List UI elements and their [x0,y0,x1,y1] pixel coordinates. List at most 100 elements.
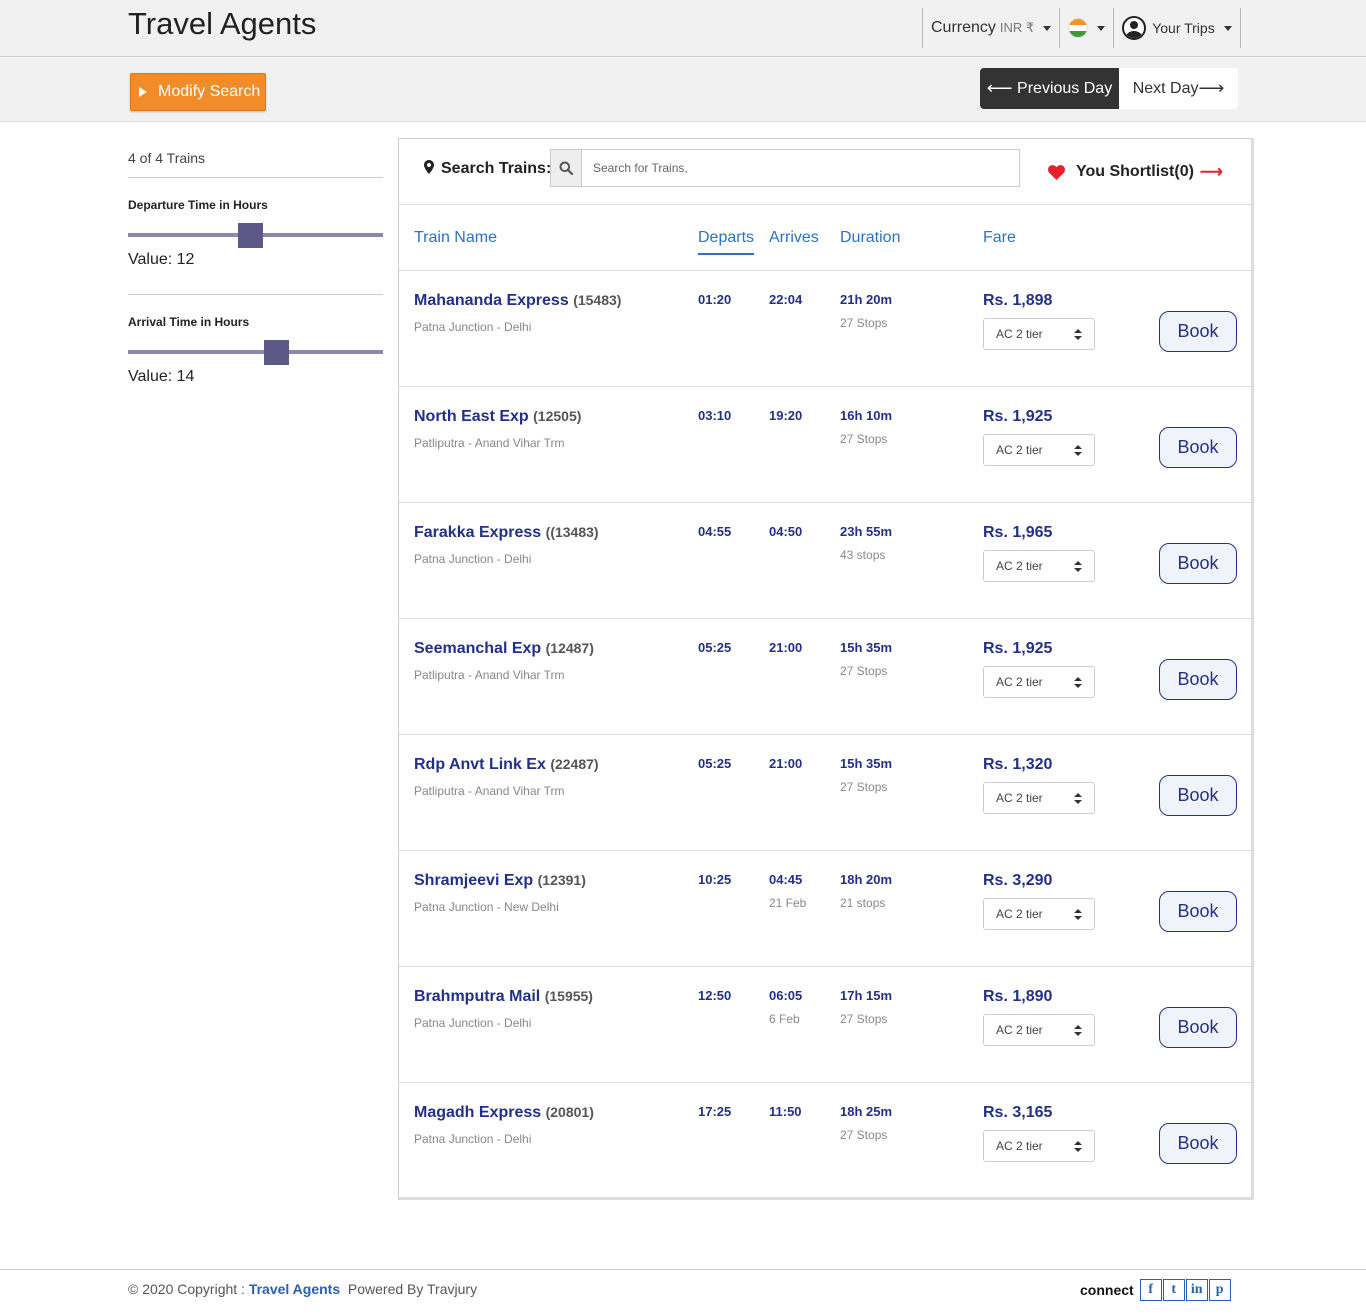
class-select-value: AC 2 tier [996,675,1043,689]
class-select[interactable]: AC 2 tier [983,782,1095,814]
col-train-name[interactable]: Train Name [414,229,497,247]
search-row: Search Trains: You Shortlist(0) ⟶ [399,139,1251,205]
class-select[interactable]: AC 2 tier [983,434,1095,466]
book-button[interactable]: Book [1159,543,1237,584]
train-name-text: Farakka Express [414,524,542,541]
class-select-value: AC 2 tier [996,327,1043,341]
facebook-icon[interactable]: f [1139,1279,1162,1301]
train-row: Shramjeevi Exp (12391) Patna Junction - … [399,851,1251,967]
footer-brand-link[interactable]: Travel Agents [249,1281,340,1297]
duration: 15h 35m [840,640,893,655]
train-row: Rdp Anvt Link Ex (22487) Patliputra - An… [399,735,1251,851]
twitter-icon[interactable]: t [1162,1279,1185,1301]
train-name-text: Mahananda Express [414,292,569,309]
stops: 27 Stops [840,780,888,794]
book-button[interactable]: Book [1159,659,1237,700]
class-select[interactable]: AC 2 tier [983,1130,1095,1162]
book-button[interactable]: Book [1159,1007,1237,1048]
train-name[interactable]: Seemanchal Exp (12487) [414,640,594,658]
duration: 23h 55m [840,524,893,539]
arrive-time: 11:50 [769,1104,802,1119]
arrive-time: 04:50 [769,524,803,539]
class-select[interactable]: AC 2 tier [983,550,1095,582]
slider-value: Value: 12 [128,251,195,268]
duration: 16h 10m [840,408,893,423]
train-name[interactable]: Magadh Express (20801) [414,1104,594,1122]
train-name-text: Seemanchal Exp [414,640,542,657]
departure-slider[interactable] [128,223,383,249]
train-name-text: Shramjeevi Exp [414,872,534,889]
train-route: Patliputra - Anand Vihar Trm [414,784,565,798]
select-arrows-icon [1074,561,1082,572]
footer: © 2020 Copyright : Travel Agents Powered… [0,1269,1366,1315]
train-name[interactable]: Rdp Anvt Link Ex (22487) [414,756,599,774]
book-button[interactable]: Book [1159,427,1237,468]
copyright-text: © 2020 Copyright : [128,1281,245,1297]
train-name[interactable]: Shramjeevi Exp (12391) [414,872,586,890]
train-row: Brahmputra Mail (15955) Patna Junction -… [399,967,1251,1083]
arrive-time: 21:00 [769,756,803,771]
modify-search-button[interactable]: Modify Search [130,73,266,111]
previous-day-button[interactable]: ⟵ Previous Day [980,68,1119,109]
train-name-text: Brahmputra Mail [414,988,541,1005]
search-label: Search Trains: [441,160,552,177]
fare: Rs. 1,898 [983,292,1053,309]
search-box [550,149,1020,187]
duration: 15h 35m [840,756,893,771]
powered-by: Powered By Travjury [347,1281,478,1297]
train-name[interactable]: Mahananda Express (15483) [414,292,621,310]
slider-thumb[interactable] [238,223,263,248]
train-name[interactable]: North East Exp (12505) [414,408,581,426]
col-fare[interactable]: Fare [983,229,1016,247]
top-header: Travel Agents Currency INR ₹ Your Trips [0,0,1366,57]
play-icon [139,87,147,97]
duration: 21h 20m [840,292,893,307]
class-select-value: AC 2 tier [996,791,1043,805]
country-dropdown[interactable] [1060,8,1115,48]
train-list: Mahananda Express (15483) Patna Junction… [399,271,1251,1199]
col-duration[interactable]: Duration [840,229,900,247]
arrive-time: 21:00 [769,640,803,655]
currency-code: INR ₹ [999,20,1035,35]
slider-track[interactable] [128,350,383,354]
select-arrows-icon [1074,677,1082,688]
next-day-button[interactable]: Next Day ⟶ [1119,68,1238,109]
search-input[interactable] [582,150,1019,186]
book-button[interactable]: Book [1159,891,1237,932]
your-trips-dropdown[interactable]: Your Trips [1114,8,1241,48]
class-select[interactable]: AC 2 tier [983,898,1095,930]
connect-label: connect [1080,1282,1134,1298]
class-select[interactable]: AC 2 tier [983,666,1095,698]
train-number: (12391) [537,872,586,888]
depart-time: 05:25 [698,640,732,655]
class-select[interactable]: AC 2 tier [983,1014,1095,1046]
stops: 21 stops [840,896,886,910]
class-select[interactable]: AC 2 tier [983,318,1095,350]
train-route: Patliputra - Anand Vihar Trm [414,668,565,682]
results-panel: Search Trains: You Shortlist(0) ⟶ Train … [398,138,1254,1200]
duration: 17h 15m [840,988,893,1003]
book-button[interactable]: Book [1159,1123,1237,1164]
slider-thumb[interactable] [264,340,290,365]
arrival-slider[interactable] [128,340,383,366]
pinterest-icon[interactable]: p [1208,1279,1231,1301]
currency-dropdown[interactable]: Currency INR ₹ [923,8,1061,48]
train-name[interactable]: Farakka Express ((13483) [414,524,599,542]
linkedin-icon[interactable]: in [1185,1279,1208,1301]
col-arrives[interactable]: Arrives [769,229,819,247]
select-arrows-icon [1074,909,1082,920]
select-arrows-icon [1074,329,1082,340]
book-button[interactable]: Book [1159,775,1237,816]
stops: 27 Stops [840,432,888,446]
class-select-value: AC 2 tier [996,1139,1043,1153]
depart-time: 12:50 [698,988,732,1003]
train-name[interactable]: Brahmputra Mail (15955) [414,988,593,1006]
slider-value: Value: 14 [128,368,195,385]
shortlist-link[interactable]: You Shortlist(0) ⟶ [1048,162,1223,182]
brand-title[interactable]: Travel Agents [128,6,316,42]
select-arrows-icon [1074,1025,1082,1036]
search-button[interactable] [551,150,582,186]
col-departs[interactable]: Departs [698,229,755,255]
arrive-time: 06:05 [769,988,803,1003]
book-button[interactable]: Book [1159,311,1237,352]
